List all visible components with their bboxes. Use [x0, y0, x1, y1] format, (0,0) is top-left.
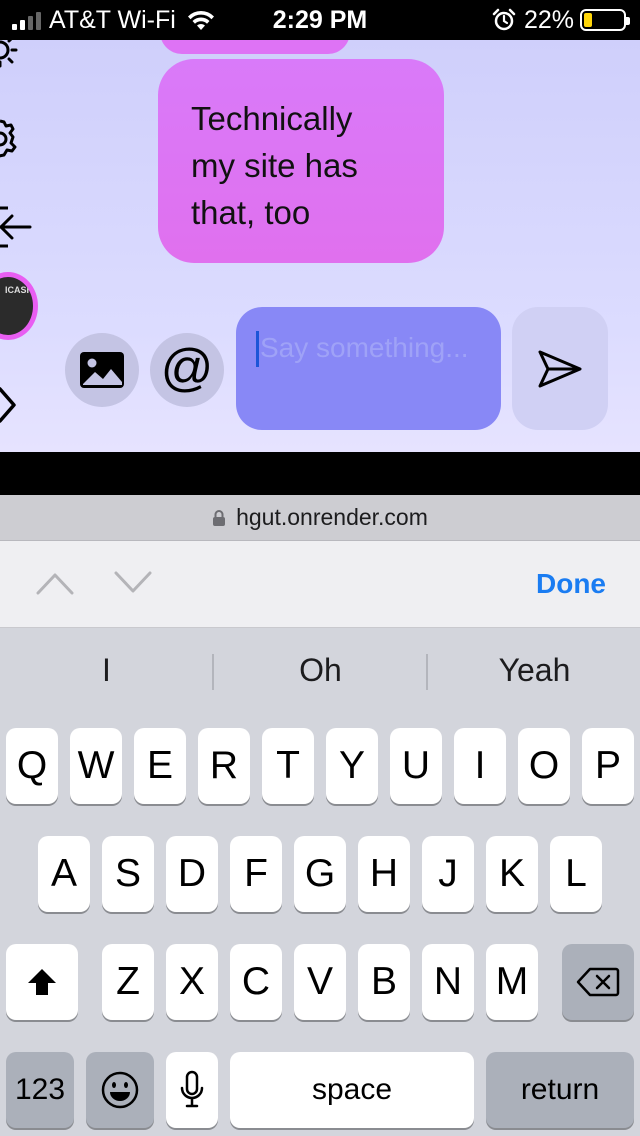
done-button[interactable]: Done [536, 568, 606, 600]
at-icon: @ [160, 339, 214, 397]
send-button[interactable] [512, 307, 608, 430]
lock-icon [213, 509, 226, 526]
key-l[interactable]: L [550, 836, 602, 912]
url-bar[interactable]: hgut.onrender.com [0, 495, 640, 541]
emoji-key[interactable] [86, 1052, 154, 1128]
key-f[interactable]: F [230, 836, 282, 912]
gear-icon[interactable] [0, 116, 32, 162]
mention-button[interactable]: @ [150, 333, 224, 407]
suggestion-item[interactable]: Oh [214, 652, 427, 689]
key-g[interactable]: G [294, 836, 346, 912]
dictation-key[interactable] [166, 1052, 218, 1128]
shift-key[interactable] [6, 944, 78, 1020]
battery-fill [584, 13, 592, 27]
key-u[interactable]: U [390, 728, 442, 804]
key-n[interactable]: N [422, 944, 474, 1020]
sun-icon[interactable] [0, 40, 32, 74]
key-j[interactable]: J [422, 836, 474, 912]
numbers-key[interactable]: 123 [6, 1052, 74, 1128]
key-v[interactable]: V [294, 944, 346, 1020]
text-cursor [256, 331, 259, 367]
url-text: hgut.onrender.com [236, 504, 428, 530]
avatar[interactable]: ICASH [0, 272, 38, 340]
key-x[interactable]: X [166, 944, 218, 1020]
message-bubble: Technically my site has that, too [158, 59, 444, 263]
key-q[interactable]: Q [6, 728, 58, 804]
key-k[interactable]: K [486, 836, 538, 912]
send-icon [538, 350, 582, 387]
chat-area: ICASH Technically my site has that, too … [0, 40, 640, 452]
key-e[interactable]: E [134, 728, 186, 804]
chevron-down-icon[interactable] [114, 571, 152, 595]
form-accessory-bar: Done [0, 541, 640, 628]
key-c[interactable]: C [230, 944, 282, 1020]
key-p[interactable]: P [582, 728, 634, 804]
key-a[interactable]: A [38, 836, 90, 912]
key-h[interactable]: H [358, 836, 410, 912]
message-input-placeholder: Say something... [260, 332, 469, 363]
chevron-up-icon[interactable] [36, 571, 74, 595]
message-input[interactable]: Say something... [236, 307, 501, 430]
logout-icon[interactable] [0, 202, 40, 252]
previous-message-bubble [160, 40, 350, 54]
key-w[interactable]: W [70, 728, 122, 804]
status-bar: AT&T Wi-Fi 2:29 PM 22% [0, 0, 640, 40]
chevron-right-icon[interactable] [0, 385, 20, 425]
key-t[interactable]: T [262, 728, 314, 804]
space-key[interactable]: space [230, 1052, 474, 1128]
suggestion-item[interactable]: Yeah [428, 652, 640, 689]
alarm-icon [492, 8, 516, 31]
suggestion-bar: I Oh Yeah [0, 628, 640, 716]
battery-icon [580, 9, 630, 31]
keyboard: I Oh Yeah Q W E R T Y U I O P A S D F G … [0, 628, 640, 1136]
key-z[interactable]: Z [102, 944, 154, 1020]
key-y[interactable]: Y [326, 728, 378, 804]
key-m[interactable]: M [486, 944, 538, 1020]
image-icon [80, 352, 124, 388]
key-i[interactable]: I [454, 728, 506, 804]
backspace-icon [576, 967, 620, 997]
status-right: 22% [492, 6, 630, 34]
battery-percentage: 22% [523, 6, 574, 34]
key-o[interactable]: O [518, 728, 570, 804]
microphone-icon [180, 1070, 204, 1108]
key-b[interactable]: B [358, 944, 410, 1020]
shift-icon [28, 969, 56, 995]
avatar-text: ICASH [5, 285, 34, 295]
image-upload-button[interactable] [65, 333, 139, 407]
return-key[interactable]: return [486, 1052, 634, 1128]
backspace-key[interactable] [562, 944, 634, 1020]
emoji-icon [101, 1071, 139, 1109]
key-s[interactable]: S [102, 836, 154, 912]
key-r[interactable]: R [198, 728, 250, 804]
key-d[interactable]: D [166, 836, 218, 912]
suggestion-item[interactable]: I [0, 652, 213, 689]
